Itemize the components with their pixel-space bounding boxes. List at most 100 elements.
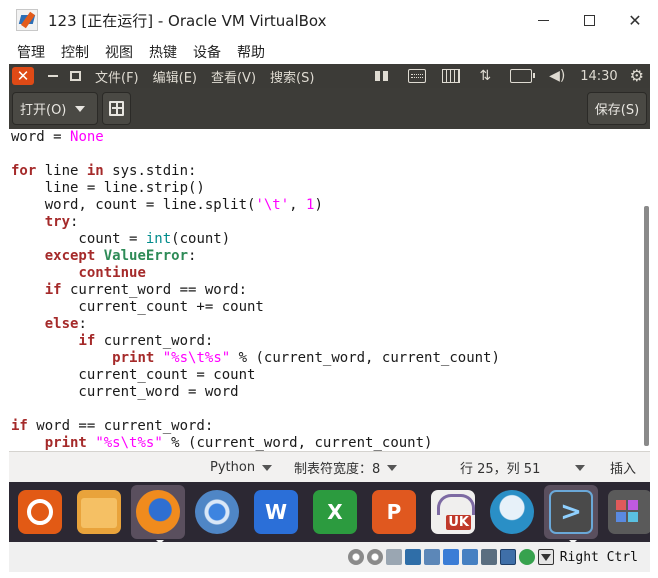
minimize-button[interactable]: [520, 0, 566, 40]
keyboard-capture-icon[interactable]: [537, 549, 554, 565]
cursor-position[interactable]: 行 25，列 51: [460, 452, 586, 483]
code-line[interactable]: except ValueError:: [11, 248, 500, 265]
software-center-app-launcher[interactable]: UK: [426, 485, 480, 539]
volume-icon[interactable]: ◀): [548, 69, 566, 83]
cpu-icon[interactable]: [499, 549, 516, 565]
code-line[interactable]: word = None: [11, 129, 500, 146]
code-line[interactable]: try:: [11, 214, 500, 231]
video-capture-icon[interactable]: [480, 549, 497, 565]
more-apps-launcher[interactable]: [603, 485, 650, 539]
chevron-down-icon: [387, 464, 398, 471]
menu-view[interactable]: 查看(V): [211, 67, 256, 86]
code-line[interactable]: current_word = word: [11, 384, 500, 401]
code-token: int: [145, 231, 172, 247]
code-line[interactable]: continue: [11, 265, 500, 282]
code-token: ,: [289, 197, 307, 213]
gedit-headerbar: 打开(O) 保存(S): [9, 88, 650, 129]
code-token: word =: [11, 129, 71, 145]
insert-mode: 插入: [610, 452, 636, 483]
usb-icon[interactable]: [423, 549, 440, 565]
code-line[interactable]: [11, 146, 500, 163]
window-title: 123 [正在运行] - Oracle VM VirtualBox: [48, 11, 327, 30]
language-label: Python: [210, 460, 256, 475]
code-token: print: [44, 435, 87, 451]
close-button[interactable]: ✕: [612, 0, 658, 40]
code-line[interactable]: for line in sys.stdin:: [11, 163, 500, 180]
code-line[interactable]: line = line.strip(): [11, 180, 500, 197]
menu-hotkeys[interactable]: 热键: [149, 42, 177, 62]
menu-manage[interactable]: 管理: [17, 42, 45, 62]
save-button[interactable]: 保存(S): [587, 92, 647, 125]
host-key-label[interactable]: Right Ctrl: [560, 550, 638, 565]
code-line[interactable]: word, count = line.split('\t', 1): [11, 197, 500, 214]
shared-folder-icon[interactable]: [442, 549, 459, 565]
network-adapter-icon[interactable]: [404, 549, 421, 565]
code-line[interactable]: current_count += count: [11, 299, 500, 316]
gear-icon[interactable]: ⚙: [630, 68, 644, 84]
vbox-menubar: 管理 控制 视图 热键 设备 帮助: [0, 40, 658, 64]
code-line[interactable]: print "%s\t%s" % (current_word, current_…: [11, 350, 500, 367]
menu-view[interactable]: 视图: [105, 42, 133, 62]
chromium-app-launcher[interactable]: [190, 485, 244, 539]
code-token: sys.stdin:: [103, 163, 197, 179]
insert-mode-label: 插入: [610, 462, 637, 477]
window-minimize-button[interactable]: [48, 75, 58, 77]
menu-devices[interactable]: 设备: [193, 42, 221, 62]
panel-clock[interactable]: 14:30: [580, 69, 617, 84]
window-controls: ✕: [520, 0, 658, 40]
files-app-launcher[interactable]: [72, 485, 126, 539]
guest-screen: ✕ 文件(F) 编辑(E) 查看(V) 搜索(S) ⇅ ◀) 14:30 ⚙ 打…: [9, 64, 650, 572]
firefox-app-launcher[interactable]: [131, 485, 185, 544]
battery-icon[interactable]: [510, 69, 536, 83]
menu-control[interactable]: 控制: [61, 42, 89, 62]
code-token: current_count = count: [11, 367, 256, 383]
code-line[interactable]: count = int(count): [11, 231, 500, 248]
code-token: if: [11, 418, 28, 434]
code-editor[interactable]: word = None for line in sys.stdin: line …: [9, 129, 650, 451]
files-app-icon: [77, 490, 121, 534]
code-line[interactable]: print "%s\t%s" % (current_word, current_…: [11, 435, 500, 451]
tab-width-selector[interactable]: 制表符宽度：8: [294, 452, 398, 483]
code-line[interactable]: if current_word == word:: [11, 282, 500, 299]
bluetooth-icon[interactable]: [374, 69, 392, 83]
calendar-icon[interactable]: [442, 69, 461, 83]
writer-app-launcher[interactable]: W: [249, 485, 303, 539]
amazon-app-icon: [490, 490, 534, 534]
code-token: None: [70, 129, 104, 145]
maximize-button[interactable]: [566, 0, 612, 40]
gedit-app-launcher[interactable]: >: [544, 485, 598, 544]
menu-edit[interactable]: 编辑(E): [153, 67, 197, 86]
scrollbar[interactable]: [644, 206, 649, 446]
arrow-down-icon: [540, 554, 551, 561]
open-button[interactable]: 打开(O): [12, 92, 98, 125]
calc-app-launcher[interactable]: X: [308, 485, 362, 539]
window-close-button[interactable]: ✕: [12, 67, 34, 85]
ubuntu-dash-launcher[interactable]: [13, 485, 67, 539]
network-icon[interactable]: ⇅: [476, 69, 494, 83]
open-button-label: 打开(O): [20, 103, 67, 118]
code-line[interactable]: if current_word:: [11, 333, 500, 350]
code-line[interactable]: if word == current_word:: [11, 418, 500, 435]
code-line[interactable]: else:: [11, 316, 500, 333]
menu-help[interactable]: 帮助: [237, 42, 265, 62]
menu-search[interactable]: 搜索(S): [270, 67, 314, 86]
new-tab-button[interactable]: [102, 92, 131, 125]
mouse-integration-icon[interactable]: [518, 549, 535, 565]
keyboard-icon[interactable]: [408, 69, 427, 83]
amazon-app-launcher[interactable]: [485, 485, 539, 539]
impress-app-launcher[interactable]: P: [367, 485, 421, 539]
menu-file[interactable]: 文件(F): [95, 67, 139, 86]
display-icon[interactable]: [461, 549, 478, 565]
window-maximize-button[interactable]: [70, 71, 81, 81]
optical-drive-icon[interactable]: [347, 549, 364, 565]
hard-disk-icon[interactable]: [385, 549, 402, 565]
disc-icon[interactable]: [366, 549, 383, 565]
code-text[interactable]: word = None for line in sys.stdin: line …: [11, 129, 500, 451]
code-token: word == current_word:: [27, 418, 214, 434]
code-line[interactable]: [11, 401, 500, 418]
code-line[interactable]: current_count = count: [11, 367, 500, 384]
code-token: in: [86, 163, 104, 179]
language-selector[interactable]: Python: [210, 452, 273, 483]
